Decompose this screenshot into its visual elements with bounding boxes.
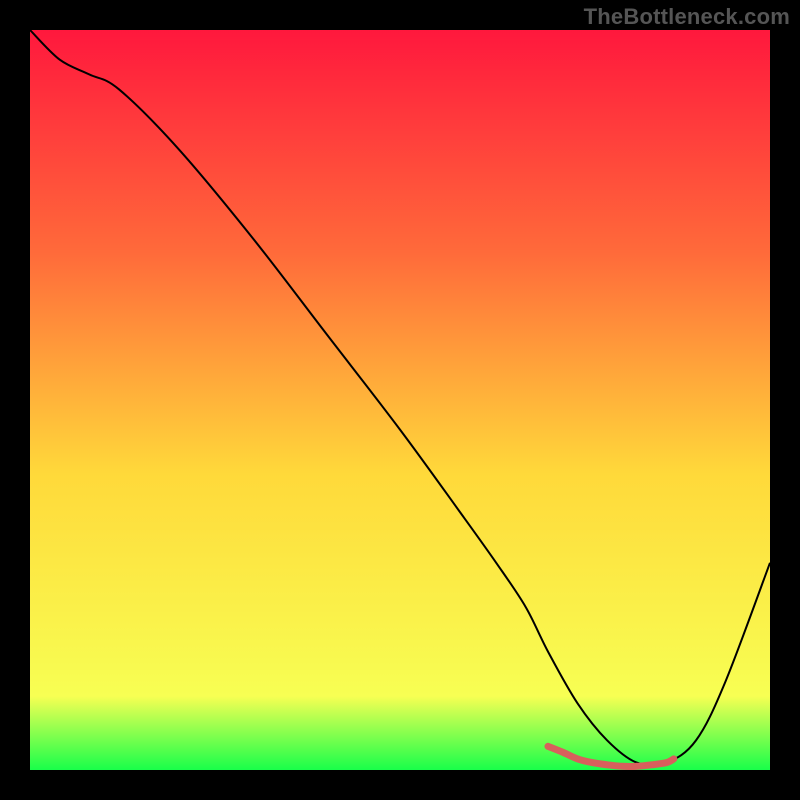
chart-frame: TheBottleneck.com [0,0,800,800]
chart-svg [30,30,770,770]
watermark-text: TheBottleneck.com [584,4,790,30]
chart-background [30,30,770,770]
chart-plot [30,30,770,770]
